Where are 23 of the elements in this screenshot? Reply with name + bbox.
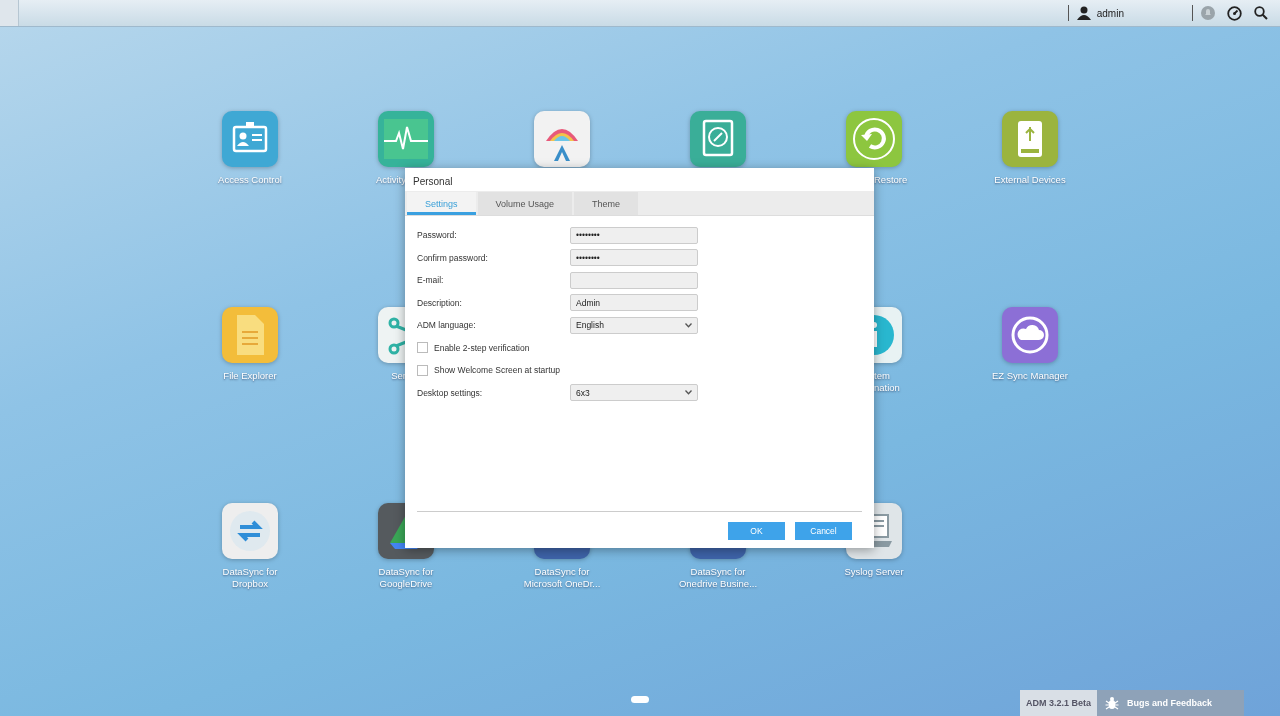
dialog-title: Personal — [412, 175, 454, 189]
app-label: Access Control — [218, 174, 282, 186]
checkbox-label: Show Welcome Screen at startup — [434, 365, 560, 376]
app-label: DataSync for Microsoft OneDr... — [523, 566, 601, 590]
app-label: File Explorer — [223, 370, 277, 382]
field-label: Confirm password: — [417, 252, 489, 263]
field-label: Desktop settings: — [417, 387, 484, 398]
app-label: DataSync for Dropbox — [222, 566, 278, 590]
app-label: Ser — [391, 370, 406, 382]
app-label: Activity — [375, 174, 406, 186]
version-label: ADM 3.2.1 Beta — [1020, 690, 1098, 716]
field-label: E-mail: — [417, 275, 445, 286]
app-label: tem nation — [874, 370, 900, 394]
app-label: DataSync for GoogleDrive — [378, 566, 434, 590]
app-label: External Devices — [994, 174, 1066, 186]
field-label: Description: — [417, 297, 463, 308]
app-label: EZ Sync Manager — [991, 370, 1068, 382]
app-label: Syslog Server — [844, 566, 904, 578]
field-label: ADM language: — [417, 320, 477, 331]
app-label: Restore — [874, 174, 908, 186]
app-label: DataSync for Onedrive Busine... — [678, 566, 758, 590]
checkbox-label: Enable 2-step verification — [434, 342, 530, 353]
field-label: Password: — [417, 230, 458, 241]
